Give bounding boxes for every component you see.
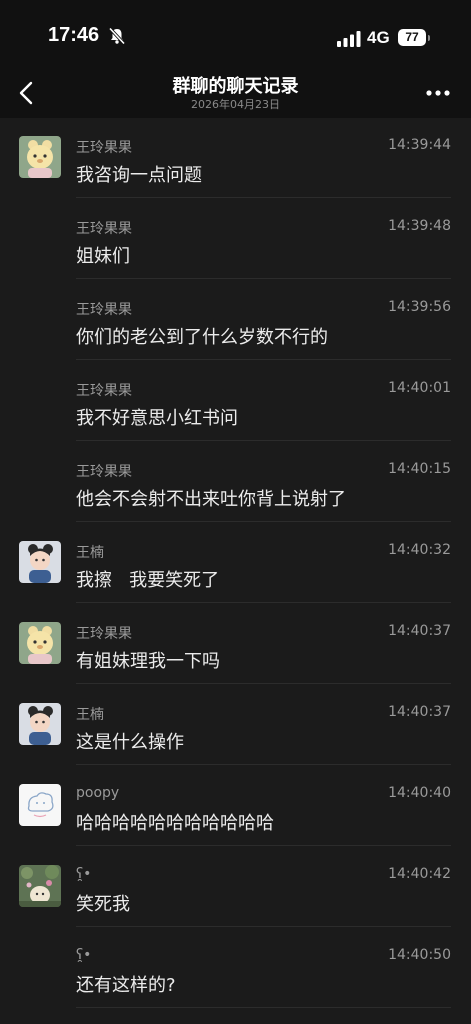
divider xyxy=(76,764,451,765)
more-icon[interactable] xyxy=(420,78,456,108)
divider xyxy=(76,197,451,198)
sender-name: 王玲果果 xyxy=(76,221,132,237)
chat-message: 王玲果果 14:39:48 姐妹们 xyxy=(0,199,471,279)
message-time: 14:40:50 xyxy=(388,947,451,963)
status-time: 17:46 xyxy=(48,24,100,46)
message-text: 笑死我 xyxy=(76,894,130,915)
message-time: 14:39:56 xyxy=(388,299,451,315)
mute-icon xyxy=(108,27,126,45)
message-text: 我擦 我要笑死了 xyxy=(76,570,220,591)
page-subtitle: 2026年04月23日 xyxy=(191,98,280,111)
chat-message: 王玲果果 14:39:56 你们的老公到了什么岁数不行的 xyxy=(0,280,471,360)
sender-name: ʕ̯• xyxy=(76,947,92,963)
divider xyxy=(76,521,451,522)
nav-bar: 群聊的聊天记录 2026年04月23日 xyxy=(0,70,471,118)
divider xyxy=(76,602,451,603)
divider xyxy=(76,683,451,684)
message-text: 他会不会射不出来吐你背上说射了 xyxy=(76,489,346,510)
divider xyxy=(76,845,451,846)
chat-history[interactable]: 王玲果果 14:39:44 我咨询一点问题 王玲果果 14:39:48 姐妹们 … xyxy=(0,118,471,1024)
battery-nub xyxy=(428,35,430,41)
avatar[interactable] xyxy=(19,865,61,907)
message-text: 有姐妹理我一下吗 xyxy=(76,651,220,672)
network-type: 4G xyxy=(367,28,390,47)
message-time: 14:40:15 xyxy=(388,461,451,477)
message-text: 哈哈哈哈哈哈哈哈哈哈哈 xyxy=(76,813,274,834)
chat-message: 王楠 14:40:32 我擦 我要笑死了 xyxy=(0,523,471,603)
message-text: 我咨询一点问题 xyxy=(76,165,202,186)
sender-name: 王楠 xyxy=(76,707,104,723)
sender-name: poopy xyxy=(76,785,120,801)
chat-message: ʕ̯• 14:40:50 还有这样的? xyxy=(0,928,471,1008)
divider xyxy=(76,440,451,441)
message-time: 14:40:37 xyxy=(388,704,451,720)
divider xyxy=(76,926,451,927)
sender-name: 王玲果果 xyxy=(76,140,132,156)
signal-icon xyxy=(337,31,361,47)
chat-message: poopy 14:40:40 哈哈哈哈哈哈哈哈哈哈哈 xyxy=(0,766,471,846)
chat-message: 王玲果果 14:40:01 我不好意思小红书问 xyxy=(0,361,471,441)
message-text: 还有这样的? xyxy=(76,975,176,996)
divider xyxy=(76,1007,451,1008)
avatar[interactable] xyxy=(19,622,61,664)
chat-message: 王楠 14:40:37 这是什么操作 xyxy=(0,685,471,765)
divider xyxy=(76,278,451,279)
avatar[interactable] xyxy=(19,541,61,583)
chat-message: 王玲果果 14:40:15 他会不会射不出来吐你背上说射了 xyxy=(0,442,471,522)
message-text: 你们的老公到了什么岁数不行的 xyxy=(76,327,328,348)
status-bar: 17:46 4G 77 xyxy=(0,0,471,70)
sender-name: 王楠 xyxy=(76,545,104,561)
page-title: 群聊的聊天记录 xyxy=(172,76,299,97)
message-text: 我不好意思小红书问 xyxy=(76,408,238,429)
message-time: 14:39:44 xyxy=(388,137,451,153)
battery-icon: 77 xyxy=(398,29,426,46)
sender-name: 王玲果果 xyxy=(76,302,132,318)
sender-name: 王玲果果 xyxy=(76,383,132,399)
avatar[interactable] xyxy=(19,703,61,745)
message-time: 14:40:40 xyxy=(388,785,451,801)
divider xyxy=(76,359,451,360)
message-time: 14:39:48 xyxy=(388,218,451,234)
chat-message: 王玲果果 14:40:37 有姐妹理我一下吗 xyxy=(0,604,471,684)
message-time: 14:40:37 xyxy=(388,623,451,639)
message-time: 14:40:32 xyxy=(388,542,451,558)
message-text: 姐妹们 xyxy=(76,246,130,267)
chat-message: ʕ̯• 14:40:42 笑死我 xyxy=(0,847,471,927)
avatar[interactable] xyxy=(19,784,61,826)
avatar[interactable] xyxy=(19,136,61,178)
message-time: 14:40:01 xyxy=(388,380,451,396)
chat-message: 王玲果果 14:39:44 我咨询一点问题 xyxy=(0,118,471,198)
message-time: 14:40:42 xyxy=(388,866,451,882)
sender-name: ʕ̯• xyxy=(76,866,92,882)
message-text: 这是什么操作 xyxy=(76,732,184,753)
sender-name: 王玲果果 xyxy=(76,626,132,642)
sender-name: 王玲果果 xyxy=(76,464,132,480)
